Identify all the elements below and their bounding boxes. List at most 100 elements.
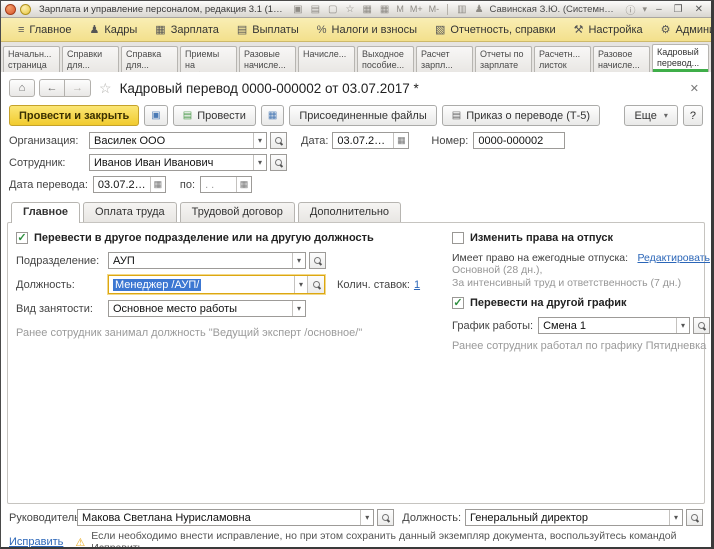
tab-vyhodnoe[interactable]: Выходноепособие...: [357, 46, 414, 72]
menu-salary[interactable]: Зарплата: [146, 20, 228, 39]
menu-main[interactable]: Главное: [9, 21, 80, 39]
post-and-close-button[interactable]: Провести и закрыть: [9, 105, 139, 126]
menu-taxes[interactable]: Налоги и взносы: [308, 21, 426, 39]
memory-mplus-button[interactable]: M+: [409, 4, 424, 14]
tab-razovye[interactable]: Разовыеначисле...: [239, 46, 296, 72]
rates-label: Колич. ставок:: [337, 279, 410, 291]
tab-main[interactable]: Главное: [11, 202, 80, 223]
tab-pay[interactable]: Оплата труда: [83, 202, 177, 222]
tab-additional[interactable]: Дополнительно: [298, 202, 401, 222]
transfer-date-field[interactable]: 03.07.2017: [93, 176, 166, 193]
manager-position-combo[interactable]: Генеральный директор: [465, 509, 683, 526]
schedule-checkbox[interactable]: [452, 297, 464, 309]
tab-spravka[interactable]: Справкадля...: [121, 46, 178, 72]
dropdown-arrow-icon[interactable]: [292, 301, 305, 316]
forward-button[interactable]: [65, 79, 91, 97]
number-field[interactable]: 0000-000002: [473, 132, 565, 149]
calendar-icon[interactable]: [360, 4, 373, 15]
main-menu-icon[interactable]: [20, 4, 31, 15]
help-button[interactable]: ?: [683, 105, 703, 126]
organization-combo[interactable]: Василек ООО: [89, 132, 267, 149]
close-window-button[interactable]: ✕: [691, 4, 707, 15]
employee-open-button[interactable]: [270, 154, 287, 171]
transfer-order-button[interactable]: Приказ о переводе (Т-5): [442, 105, 600, 126]
manager-position-open-button[interactable]: [686, 509, 703, 526]
dropdown-arrow-icon[interactable]: [669, 510, 682, 525]
dropdown-arrow-icon[interactable]: [253, 155, 266, 170]
schedule-open-button[interactable]: [693, 317, 710, 334]
dropdown-arrow-icon[interactable]: [360, 510, 373, 525]
calendar-picker-icon[interactable]: [393, 133, 408, 148]
tab-raschetn-listok[interactable]: Расчетн...листок: [534, 46, 591, 72]
tab-priemy[interactable]: Приемына работу,...: [180, 46, 237, 72]
department-row: Подразделение: АУП: [16, 252, 442, 269]
department-combo[interactable]: АУП: [108, 252, 306, 269]
department-label: Подразделение:: [16, 255, 108, 267]
schedule-combo[interactable]: Смена 1: [538, 317, 690, 334]
to-date-field[interactable]: . .: [200, 176, 252, 193]
restore-button[interactable]: ❐: [670, 4, 687, 15]
tab-nachisle[interactable]: Начисле...: [298, 46, 355, 72]
open-icon: [274, 136, 283, 145]
menu-reports[interactable]: Отчетность, справки: [426, 20, 565, 39]
memory-m-button[interactable]: M: [395, 4, 405, 14]
tab-contract[interactable]: Трудовой договор: [180, 202, 295, 222]
calculator-icon[interactable]: [378, 4, 391, 15]
transfer-checkbox[interactable]: [16, 232, 28, 244]
home-button[interactable]: [9, 79, 35, 97]
info-icon[interactable]: [624, 2, 638, 17]
menu-settings[interactable]: Настройка: [565, 20, 652, 39]
dropdown-arrow-icon[interactable]: [253, 133, 266, 148]
info-dropdown-icon[interactable]: ▾: [642, 4, 649, 15]
tab-spravki[interactable]: Справкидля...: [62, 46, 119, 72]
employee-combo[interactable]: Иванов Иван Иванович: [89, 154, 267, 171]
department-open-button[interactable]: [309, 252, 326, 269]
minimize-button[interactable]: –: [652, 4, 666, 15]
save-button[interactable]: [144, 105, 167, 126]
schedule-checkbox-row[interactable]: Перевести на другой график: [452, 297, 710, 309]
organization-open-button[interactable]: [270, 132, 287, 149]
dropdown-arrow-icon[interactable]: [294, 276, 307, 293]
menu-administration[interactable]: Администрирование: [652, 20, 714, 39]
date-field[interactable]: 03.07.2017: [332, 132, 409, 149]
fix-link[interactable]: Исправить: [9, 536, 63, 548]
table-settings-icon[interactable]: [455, 4, 468, 15]
calendar-picker-icon[interactable]: [236, 177, 251, 192]
menu-payments[interactable]: Выплаты: [228, 20, 308, 39]
tab-start-page[interactable]: Начальн...страница: [3, 46, 60, 72]
rates-link[interactable]: 1: [414, 279, 420, 291]
manager-combo[interactable]: Макова Светлана Нурисламовна: [77, 509, 374, 526]
organization-row: Организация: Василек ООО Дата: 03.07.201…: [1, 132, 711, 149]
hamburger-icon: [18, 24, 24, 36]
app-logo-icon[interactable]: [5, 4, 16, 15]
back-button[interactable]: [39, 79, 65, 97]
position-open-button[interactable]: [307, 276, 324, 293]
transfer-checkbox-row[interactable]: Перевести в другое подразделение или на …: [16, 232, 442, 244]
vacation-info-line2: За интенсивный труд и ответственность (7…: [452, 277, 710, 289]
more-button[interactable]: Еще▾: [624, 105, 677, 126]
print-icon[interactable]: [309, 4, 322, 15]
post-button[interactable]: Провести: [173, 105, 256, 126]
tab-raschet[interactable]: Расчетзарпл...: [416, 46, 473, 72]
vacation-checkbox[interactable]: [452, 232, 464, 244]
tab-kadrovy-perevod[interactable]: Кадровыйперевод...: [652, 44, 709, 72]
preview-icon[interactable]: [326, 4, 339, 15]
favorites-star-icon[interactable]: [343, 4, 356, 15]
attached-files-button[interactable]: Присоединенные файлы: [289, 105, 436, 126]
calculate-button[interactable]: [261, 105, 284, 126]
position-combo[interactable]: Менеджер /АУП/: [109, 276, 307, 293]
menu-personnel[interactable]: Кадры: [80, 20, 146, 39]
save-icon[interactable]: [291, 4, 304, 15]
employment-combo[interactable]: Основное место работы: [108, 300, 306, 317]
favorite-star-icon[interactable]: [99, 80, 112, 97]
close-document-icon[interactable]: ✕: [686, 82, 703, 95]
manager-open-button[interactable]: [377, 509, 394, 526]
vacation-checkbox-row[interactable]: Изменить права на отпуск: [452, 232, 710, 244]
memory-mminus-button[interactable]: M-: [428, 4, 441, 14]
tab-otchety[interactable]: Отчеты позарплате: [475, 46, 532, 72]
calendar-picker-icon[interactable]: [150, 177, 165, 192]
dropdown-arrow-icon[interactable]: [292, 253, 305, 268]
dropdown-arrow-icon[interactable]: [676, 318, 689, 333]
tab-razovoe[interactable]: Разовоеначисле...: [593, 46, 650, 72]
edit-vacations-link[interactable]: Редактировать: [637, 252, 710, 264]
